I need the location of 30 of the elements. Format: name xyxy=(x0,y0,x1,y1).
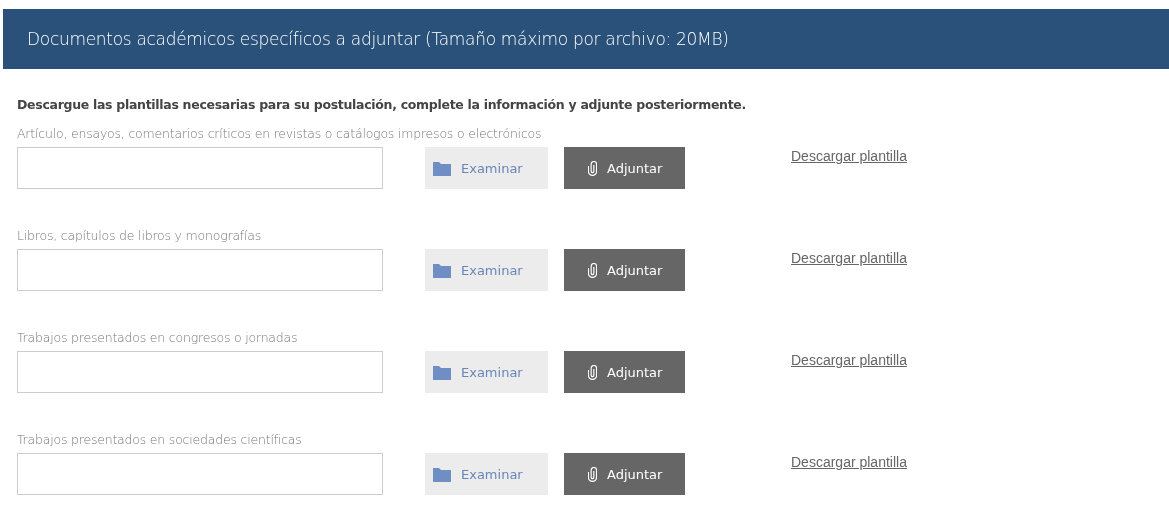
file-field[interactable] xyxy=(17,351,383,393)
file-field[interactable] xyxy=(17,249,383,291)
field-label: Artículo, ensayos, comentarios críticos en revistas o catálogos impresos o electrónicos xyxy=(17,126,543,141)
file-field[interactable] xyxy=(17,147,383,189)
field-label: Libros, capítulos de libros y monografías xyxy=(17,228,263,243)
folder-icon xyxy=(433,262,451,278)
instructions: Descargue las plantillas necesarias para su postulación, complete la información y adjunte posteriormente. xyxy=(17,97,747,112)
download-template-link[interactable]: Descargar plantilla xyxy=(791,352,907,368)
folder-icon xyxy=(433,160,451,176)
attach-button[interactable]: Adjuntar xyxy=(564,453,685,495)
field-label: Trabajos presentados en sociedades científicas xyxy=(17,432,303,447)
folder-icon xyxy=(433,364,451,380)
folder-icon xyxy=(433,466,451,482)
attach-button[interactable]: Adjuntar xyxy=(564,147,685,189)
paperclip-icon xyxy=(588,364,597,380)
download-template-link[interactable]: Descargar plantilla xyxy=(791,250,907,266)
paperclip-icon xyxy=(588,160,597,176)
attach-button[interactable]: Adjuntar xyxy=(564,351,685,393)
paperclip-icon xyxy=(588,466,597,482)
field-label: Trabajos presentados en congresos o jornadas xyxy=(17,330,299,345)
download-template-link[interactable]: Descargar plantilla xyxy=(791,454,907,470)
paperclip-icon xyxy=(588,262,597,278)
download-template-link[interactable]: Descargar plantilla xyxy=(791,148,907,164)
browse-button[interactable]: Examinar xyxy=(425,147,548,189)
section-title: Documentos académicos específicos a adjuntar (Tamaño máximo por archivo: 20MB) xyxy=(27,29,729,49)
browse-button[interactable]: Examinar xyxy=(425,249,548,291)
file-field[interactable] xyxy=(17,453,383,495)
attach-button[interactable]: Adjuntar xyxy=(564,249,685,291)
browse-button[interactable]: Examinar xyxy=(425,351,548,393)
browse-button[interactable]: Examinar xyxy=(425,453,548,495)
